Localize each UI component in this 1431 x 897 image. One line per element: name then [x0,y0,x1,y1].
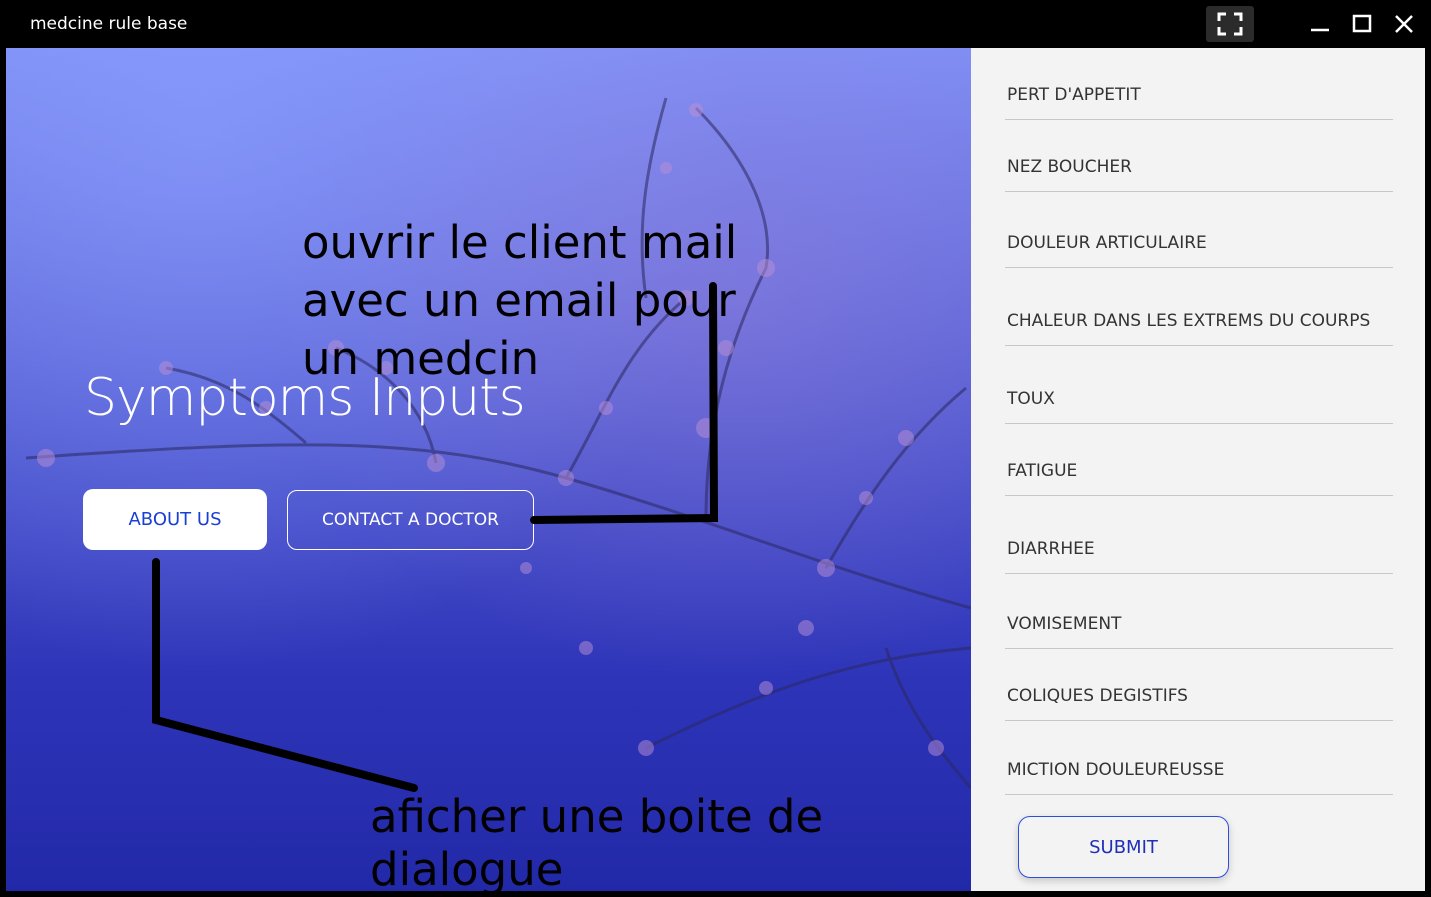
minimize-icon [1311,28,1329,32]
minimize-button[interactable] [1300,6,1340,42]
symptom-label: VOMISEMENT [1007,614,1122,634]
symptom-item-diarrhee[interactable]: DIARRHEE [1005,518,1393,574]
symptom-item-douleur-articulaire[interactable]: DOULEUR ARTICULAIRE [1005,212,1393,268]
annotation-contact-line-2: avec un email pour [302,274,736,327]
annotation-about-note: aficher une boite de dialogue [370,790,824,891]
symptom-label: DIARRHEE [1007,539,1095,559]
symptom-label: NEZ BOUCHER [1007,157,1132,177]
symptom-item-pert-appetit[interactable]: PERT D'APPETIT [1005,68,1393,120]
blossom-branches-background [25,97,971,789]
window-border-bottom [0,891,1431,897]
window-title: medcine rule base [30,14,188,34]
fullscreen-icon [1217,12,1243,36]
symptom-item-toux[interactable]: TOUX [1005,368,1393,424]
symptom-item-fatigue[interactable]: FATIGUE [1005,444,1393,496]
symptoms-panel: PERT D'APPETIT NEZ BOUCHER DOULEUR ARTIC… [971,48,1425,891]
close-button[interactable] [1384,6,1424,42]
submit-button[interactable]: SUBMIT [1018,816,1229,878]
symptom-item-vomisement[interactable]: VOMISEMENT [1005,595,1393,649]
hero-panel: ouvrir le client mail avec un email pour… [6,48,971,891]
symptom-label: CHALEUR DANS LES EXTREMS DU COURPS [1007,311,1371,331]
symptom-item-chaleur[interactable]: CHALEUR DANS LES EXTREMS DU COURPS [1005,290,1393,346]
title-bar: medcine rule base [0,0,1431,48]
fullscreen-button[interactable] [1206,6,1254,42]
contact-doctor-button[interactable]: CONTACT A DOCTOR [287,490,534,550]
maximize-button[interactable] [1342,6,1382,42]
symptom-item-nez-boucher[interactable]: NEZ BOUCHER [1005,140,1393,192]
symptom-item-miction[interactable]: MICTION DOULEUREUSSE [1005,740,1393,795]
symptom-label: COLIQUES DEGISTIFS [1007,686,1188,706]
symptom-label: PERT D'APPETIT [1007,85,1141,105]
symptom-label: MICTION DOULEUREUSSE [1007,760,1225,780]
symptom-label: FATIGUE [1007,461,1078,481]
symptom-item-coliques[interactable]: COLIQUES DEGISTIFS [1005,668,1393,721]
annotation-contact-line-1: ouvrir le client mail [302,216,738,269]
about-us-button[interactable]: ABOUT US [83,489,267,550]
close-icon [1395,15,1413,33]
annotation-contact-note: ouvrir le client mail avec un email pour… [302,214,737,388]
page-title: Symptoms Inputs [84,368,526,428]
maximize-icon [1352,14,1372,33]
symptom-label: DOULEUR ARTICULAIRE [1007,233,1207,253]
symptom-label: TOUX [1007,389,1055,409]
window-border-right [1425,48,1431,897]
